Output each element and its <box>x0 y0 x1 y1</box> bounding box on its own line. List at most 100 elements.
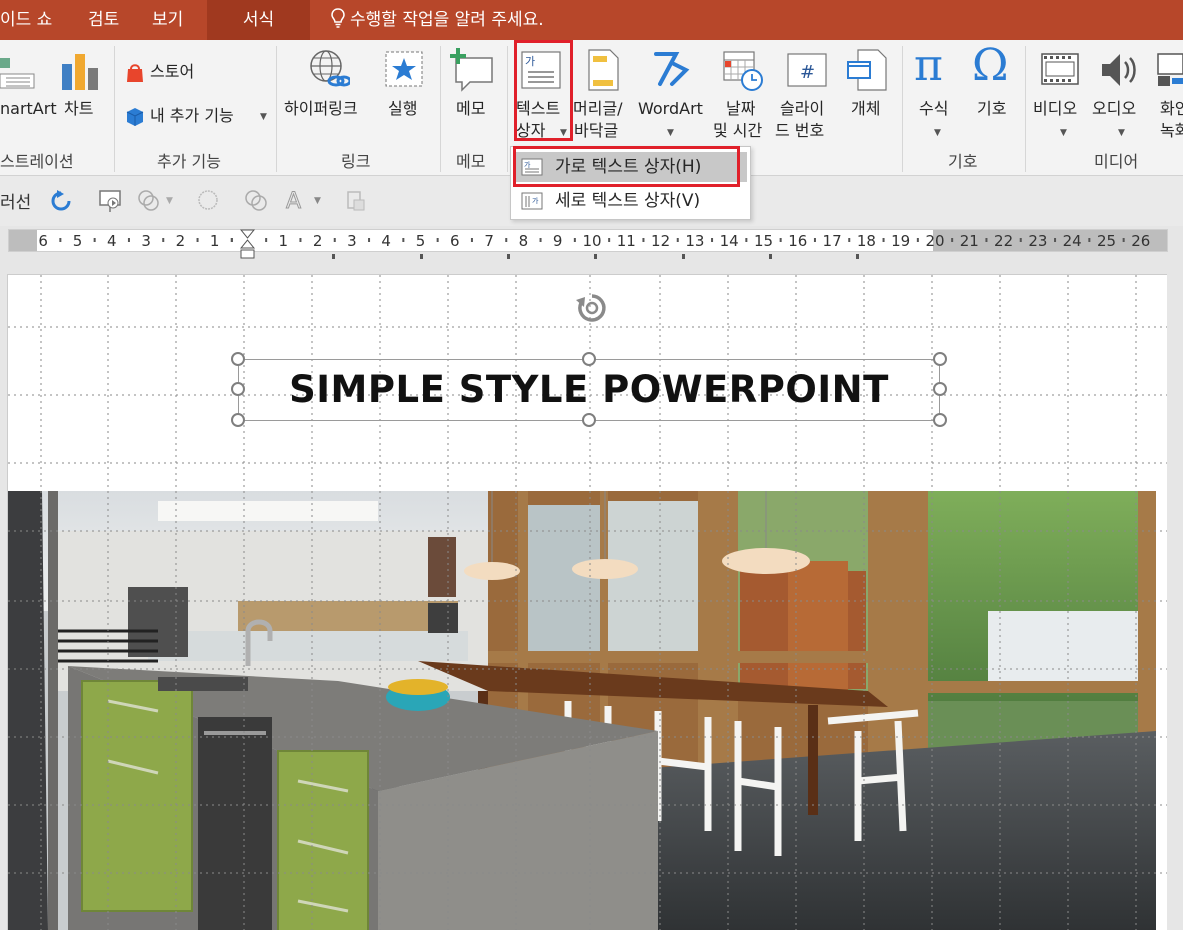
vertical-textbox-icon: 가 <box>521 192 543 210</box>
merge-shapes-icon <box>245 190 267 211</box>
resize-handle-bottom[interactable] <box>582 413 596 427</box>
resize-handle-top-left[interactable] <box>231 352 245 366</box>
tell-me-text: 수행할 작업을 알려 주세요. <box>350 10 544 30</box>
ruler-tick <box>436 238 439 242</box>
slide-number-label-line2: 드 번호 <box>775 121 825 140</box>
ruler-tick <box>676 238 679 242</box>
ruler-label: 16 <box>788 232 807 250</box>
svg-text:▼: ▼ <box>166 196 173 206</box>
group-separator <box>507 46 508 172</box>
ruler-label: 5 <box>73 232 83 250</box>
tab-slideshow[interactable]: 이드 쇼 <box>0 0 70 40</box>
header-footer-icon[interactable] <box>586 48 622 92</box>
screen-recording-label-line2: 녹화 <box>1160 121 1183 140</box>
title-textbox[interactable]: SIMPLE STYLE POWERPOINT <box>238 359 940 421</box>
ruler-label: 2 <box>176 232 186 250</box>
ruler-label: 6 <box>38 232 48 250</box>
ruler-label: 12 <box>651 232 670 250</box>
ruler-label: 15 <box>754 232 773 250</box>
symbol-label: 기호 <box>977 99 1007 118</box>
ruler-label: 11 <box>617 232 636 250</box>
tell-me-search[interactable]: 수행할 작업을 알려 주세요. <box>330 0 544 40</box>
ruler-tick <box>368 238 371 242</box>
ruler-label: 1 <box>279 232 289 250</box>
ruler-label: 24 <box>1063 232 1082 250</box>
chevron-down-icon[interactable]: ▼ <box>1118 128 1125 138</box>
chevron-down-icon[interactable]: ▼ <box>1060 128 1067 138</box>
addins-icon[interactable] <box>124 106 146 128</box>
ruler-tick <box>882 238 885 242</box>
tab-format[interactable]: 서식 <box>207 0 310 40</box>
format-painter-icon <box>347 191 365 211</box>
wordart-label: WordArt <box>638 99 703 118</box>
slide-number-icon[interactable]: # <box>786 52 830 90</box>
resize-handle-top[interactable] <box>582 352 596 366</box>
shape-fill-icon <box>198 190 218 210</box>
ruler-scale: 6 5 4 3 2 1 1 2 3 4 5 6 7 8 9 10 11 12 13 14 15 16 17 18 19 20 21 2… <box>38 232 1150 250</box>
wordart-icon[interactable] <box>650 48 692 92</box>
resize-handle-left[interactable] <box>231 382 245 396</box>
rotate-icon[interactable] <box>50 190 72 212</box>
svg-text:가: 가 <box>532 196 539 205</box>
tab-view[interactable]: 보기 <box>152 0 202 40</box>
chevron-down-icon[interactable]: ▼ <box>260 112 267 122</box>
equation-icon[interactable]: π <box>914 40 943 91</box>
ruler-tick <box>539 238 542 242</box>
indent-marker-icon[interactable] <box>240 229 256 261</box>
group-links: 링크 <box>341 152 371 171</box>
ruler-tick <box>127 238 130 242</box>
svg-text:A: A <box>286 189 301 214</box>
symbol-icon[interactable]: Ω <box>972 40 1008 91</box>
date-time-label-line1: 날짜 <box>726 99 756 118</box>
ruler-tick <box>333 238 336 242</box>
resize-handle-bottom-left[interactable] <box>231 413 245 427</box>
object-icon[interactable] <box>846 48 890 92</box>
screen-recording-icon[interactable] <box>1156 52 1183 88</box>
resize-handle-bottom-right[interactable] <box>933 413 947 427</box>
menu-item-vertical-textbox[interactable]: 가 세로 텍스트 상자(V) <box>515 186 747 216</box>
slide-title[interactable]: SIMPLE STYLE POWERPOINT <box>239 360 939 420</box>
ruler-label: 2 <box>313 232 323 250</box>
menu-item-vertical-textbox-label: 세로 텍스트 상자(V) <box>555 191 701 211</box>
ruler-label: 13 <box>685 232 704 250</box>
horizontal-ruler[interactable]: 6 5 4 3 2 1 1 2 3 4 5 6 7 8 9 10 11 12 13 14 15 16 17 18 19 20 21 2… <box>8 229 1168 252</box>
action-icon[interactable] <box>384 50 426 90</box>
chevron-down-icon[interactable]: ▼ <box>667 128 674 138</box>
tab-review[interactable]: 검토 <box>88 0 138 40</box>
ruler-label: 6 <box>450 232 460 250</box>
ruler-label: 21 <box>960 232 979 250</box>
audio-label: 오디오 <box>1092 99 1137 118</box>
powerpoint-window: 이드 쇼 검토 보기 서식 수행할 작업을 알려 주세요. nartArt 차트… <box>0 0 1183 930</box>
slide-canvas[interactable]: SIMPLE STYLE POWERPOINT <box>7 274 1167 930</box>
ruler-tick <box>848 238 851 242</box>
ruler-tick <box>916 238 919 242</box>
video-label: 비디오 <box>1033 99 1078 118</box>
smartart-icon[interactable] <box>0 52 40 92</box>
video-icon[interactable] <box>1040 52 1080 88</box>
chart-icon[interactable] <box>60 50 102 92</box>
group-separator <box>902 46 903 172</box>
memo-label: 메모 <box>456 99 486 118</box>
resize-handle-top-right[interactable] <box>933 352 947 366</box>
ruler-tick <box>745 238 748 242</box>
group-comments: 메모 <box>456 152 486 171</box>
audio-icon[interactable] <box>1098 50 1142 90</box>
comment-icon[interactable] <box>448 48 496 92</box>
hyperlink-icon[interactable] <box>306 48 350 92</box>
store-button[interactable]: 스토어 <box>150 61 194 83</box>
highlight-box-textbox <box>514 40 573 141</box>
store-icon[interactable] <box>124 62 146 84</box>
ruler-tick <box>642 238 645 242</box>
chevron-down-icon[interactable]: ▼ <box>934 128 941 138</box>
ruler-label: 14 <box>720 232 739 250</box>
resize-handle-right[interactable] <box>933 382 947 396</box>
presentation-icon[interactable] <box>98 188 124 214</box>
ruler-label: 23 <box>1028 232 1047 250</box>
screen-recording-label-line1: 화인 <box>1160 99 1183 118</box>
rotate-handle-icon[interactable] <box>574 291 610 327</box>
ruler-tick <box>573 238 576 242</box>
my-addins-button[interactable]: 내 추가 기능 <box>150 105 234 127</box>
date-time-icon[interactable] <box>722 48 766 92</box>
ruler-tick <box>230 238 233 242</box>
ruler-label: 3 <box>141 232 151 250</box>
